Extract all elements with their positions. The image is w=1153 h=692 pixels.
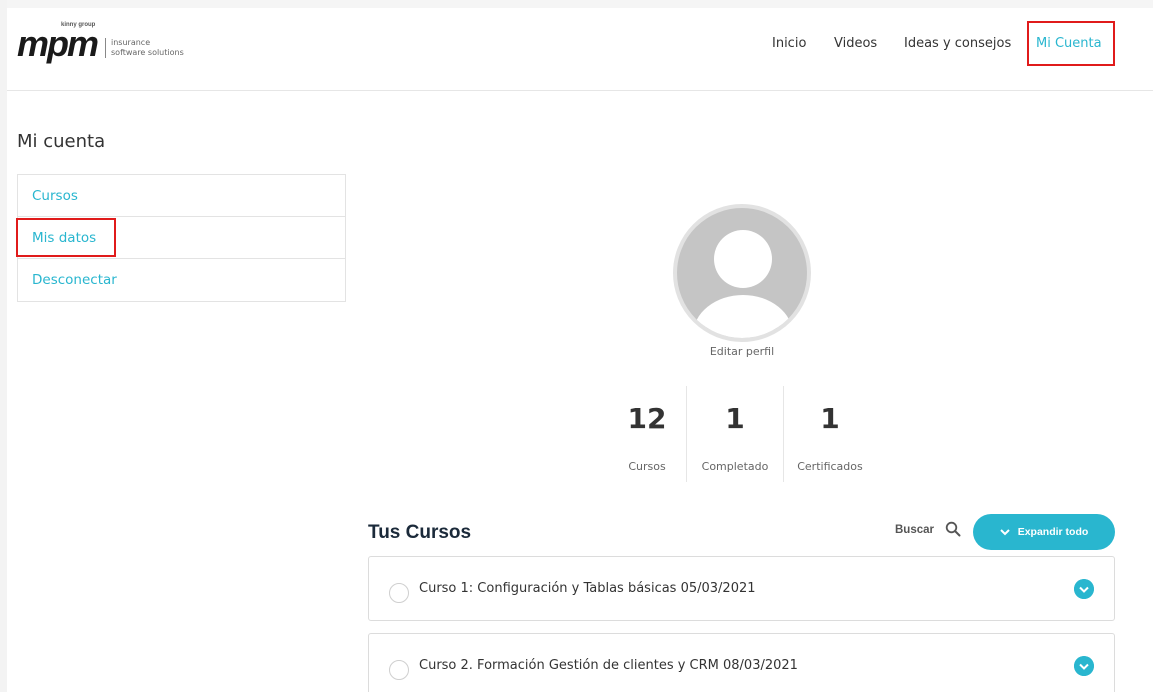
course-item[interactable]: Curso 1: Configuración y Tablas básicas … <box>368 556 1115 621</box>
search-icon[interactable] <box>945 521 961 537</box>
nav-videos[interactable]: Videos <box>834 36 877 51</box>
stat-value: 1 <box>820 402 840 435</box>
chevron-down-icon <box>999 529 1010 536</box>
sidebar-item-cursos[interactable]: Cursos <box>18 175 345 217</box>
course-status-circle-icon <box>389 583 409 603</box>
stat-label: Cursos <box>628 460 666 473</box>
nav-inicio[interactable]: Inicio <box>772 36 806 51</box>
logo-divider <box>105 38 106 58</box>
courses-section-title: Tus Cursos <box>368 522 472 543</box>
nav-mi-cuenta-highlight <box>1027 21 1115 66</box>
course-title[interactable]: Curso 1: Configuración y Tablas básicas … <box>419 581 756 596</box>
mpm-logo[interactable]: kinny group mpm insurance software solut… <box>17 22 187 62</box>
expand-toggle-icon[interactable] <box>1074 656 1094 676</box>
expand-toggle-icon[interactable] <box>1074 579 1094 599</box>
course-status-circle-icon <box>389 660 409 680</box>
avatar-body-shape <box>693 295 793 338</box>
stat-value: 1 <box>725 402 745 435</box>
site-header: kinny group mpm insurance software solut… <box>7 8 1153 91</box>
search-label[interactable]: Buscar <box>895 524 934 536</box>
account-title: Mi cuenta <box>17 131 106 152</box>
course-item[interactable]: Curso 2. Formación Gestión de clientes y… <box>368 633 1115 692</box>
user-avatar-icon[interactable] <box>673 204 811 342</box>
edit-profile-link[interactable]: Editar perfil <box>660 345 824 358</box>
logo-brand: mpm <box>17 23 99 64</box>
sidebar-item-desconectar[interactable]: Desconectar <box>18 259 345 301</box>
logo-subtitle-line1: insurance <box>111 38 151 47</box>
expand-all-label: Expandir todo <box>1017 526 1089 538</box>
window-top-edge <box>0 0 1153 8</box>
stat-cursos: 12 Cursos <box>608 386 686 482</box>
course-title[interactable]: Curso 2. Formación Gestión de clientes y… <box>419 658 798 673</box>
expand-all-button[interactable]: Expandir todo <box>973 514 1115 550</box>
nav-ideas-y-consejos[interactable]: Ideas y consejos <box>904 36 1011 51</box>
mis-datos-highlight <box>16 218 116 257</box>
logo-subtitle: insurance software solutions <box>111 38 184 58</box>
avatar-head-shape <box>714 230 772 288</box>
stat-completado: 1 Completado <box>687 386 783 482</box>
logo-subtitle-line2: software solutions <box>111 48 184 57</box>
stat-label: Completado <box>701 460 769 473</box>
stat-value: 12 <box>627 402 667 435</box>
window-left-edge <box>0 0 7 692</box>
stat-label: Certificados <box>797 460 863 473</box>
stat-certificados: 1 Certificados <box>784 386 876 482</box>
